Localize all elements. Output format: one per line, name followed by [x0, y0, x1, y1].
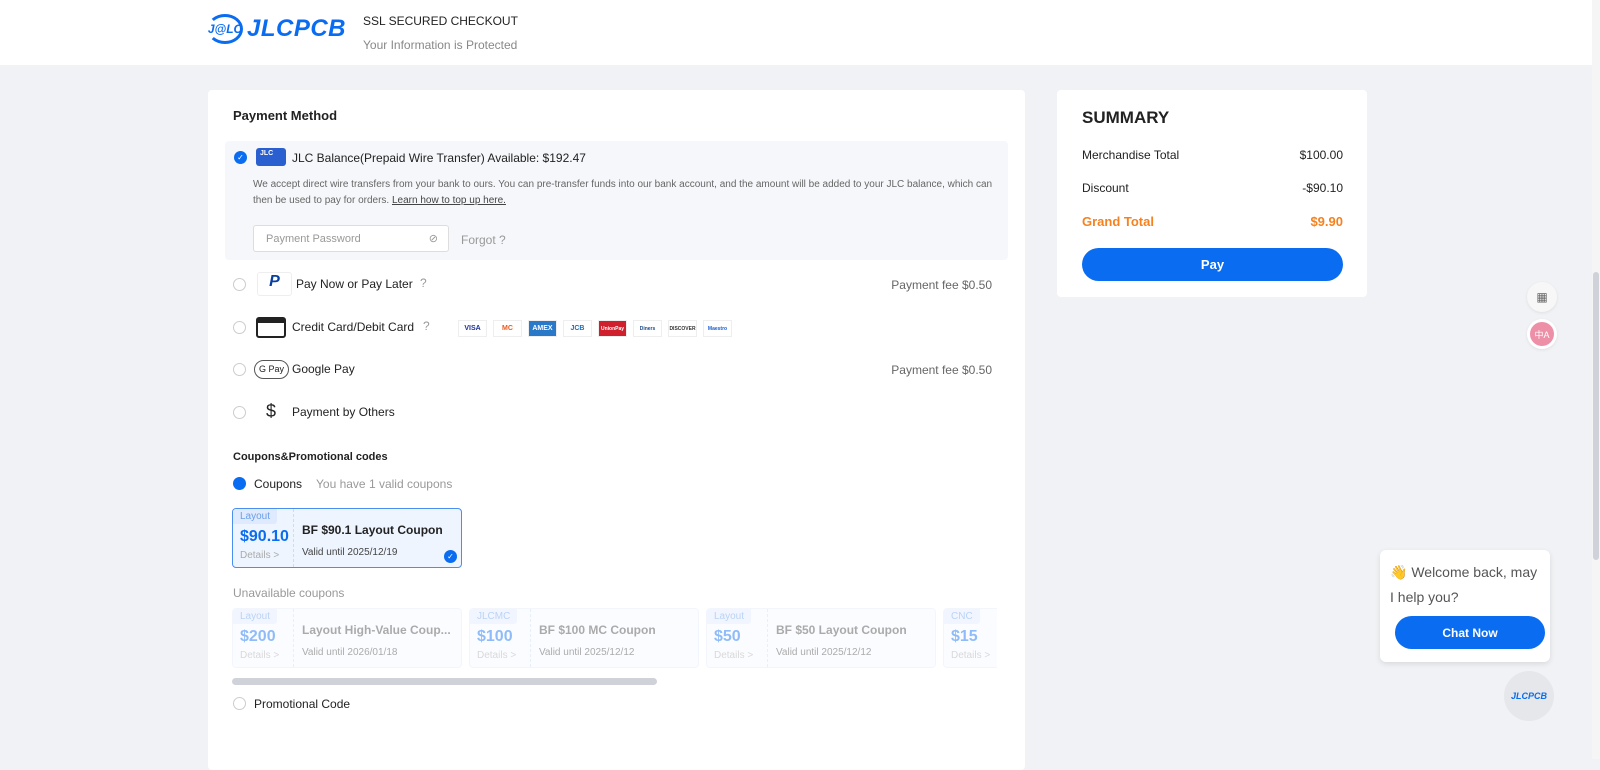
ssl-subtitle: Your Information is Protected: [363, 38, 518, 52]
amex-icon: AMEX: [528, 320, 557, 337]
jlcpcb-logo[interactable]: J@LC JLCPCB: [207, 14, 346, 44]
promo-code-label: Promotional Code: [254, 697, 351, 711]
coupon-unavailable: CNC $15 Details >: [943, 608, 997, 668]
coupon-name: BF $90.1 Layout Coupon: [302, 523, 443, 537]
merchandise-total-row: Merchandise Total $100.00: [1082, 148, 1343, 162]
chat-popup: 👋 Welcome back, may I help you? Chat Now: [1380, 550, 1550, 662]
ssl-title: SSL SECURED CHECKOUT: [363, 14, 518, 28]
pay-button[interactable]: Pay: [1082, 248, 1343, 281]
payment-method-title: Payment Method: [233, 108, 338, 123]
chat-bot-button[interactable]: JLCPCB: [1504, 671, 1554, 721]
coupon-tag: Layout: [233, 509, 278, 524]
paypal-radio[interactable]: [233, 278, 246, 291]
check-icon: ✓: [444, 550, 457, 563]
chat-message: 👋 Welcome back, may I help you?: [1390, 564, 1538, 605]
credit-card-radio[interactable]: [233, 321, 246, 334]
credit-card-label: Credit Card/Debit Card: [292, 320, 415, 334]
unavailable-coupons-title: Unavailable coupons: [233, 586, 345, 600]
summary-card: SUMMARY Merchandise Total $100.00 Discoun…: [1057, 90, 1367, 297]
jlc-balance-option[interactable]: ✓ JLC JLC Balance(Prepaid Wire Transfer)…: [225, 141, 1008, 260]
header: J@LC JLCPCB SSL SECURED CHECKOUT Your In…: [0, 0, 1600, 65]
coupons-label: Coupons: [254, 477, 303, 491]
jcb-icon: JCB: [563, 320, 592, 337]
promo-code-radio[interactable]: [233, 697, 246, 710]
discount-row: Discount -$90.10: [1082, 181, 1343, 195]
google-pay-radio[interactable]: [233, 363, 246, 376]
summary-title: SUMMARY: [1082, 108, 1170, 127]
translate-icon[interactable]: 中A: [1527, 319, 1557, 349]
mastercard-icon: MC: [493, 320, 522, 337]
maestro-icon: Maestro: [703, 320, 732, 337]
paypal-fee: Payment fee $0.50: [891, 278, 992, 292]
card-brands: VISA MC AMEX JCB UnionPay Diners DISCOVE…: [458, 320, 732, 337]
jlc-balance-label: JLC Balance(Prepaid Wire Transfer) Avail…: [292, 151, 586, 165]
payment-card: Payment Method ✓ JLC JLC Balance(Prepaid…: [208, 90, 1025, 770]
coupon-unavailable: Layout $50 Details > BF $50 Layout Coupon Va…: [706, 608, 936, 668]
chat-now-button[interactable]: Chat Now: [1395, 616, 1545, 649]
hand-money-icon: $: [265, 401, 276, 421]
coupon-amount: $90.10: [240, 528, 289, 545]
logo-word: JLCPCB: [247, 15, 347, 42]
top-up-link[interactable]: Learn how to top up here.: [392, 195, 506, 206]
coupons-title: Coupons&Promotional codes: [233, 451, 388, 463]
eye-off-icon[interactable]: ⊘: [429, 232, 438, 245]
unionpay-icon: UnionPay: [598, 320, 627, 337]
forgot-link[interactable]: Forgot ?: [461, 233, 506, 247]
unavailable-coupons-list[interactable]: Layout $200 Details > Layout High-Value Cou…: [232, 608, 997, 670]
google-pay-label: Google Pay: [292, 362, 355, 376]
credit-card-icon: [256, 317, 286, 338]
jlc-balance-icon: JLC: [256, 148, 286, 166]
valid-coupons-count: You have 1 valid coupons: [316, 477, 453, 491]
coupons-radio[interactable]: [233, 477, 246, 490]
discover-icon: DISCOVER: [668, 320, 697, 337]
coupon-details-link[interactable]: Details >: [240, 550, 279, 561]
visa-icon: VISA: [458, 320, 487, 337]
paypal-icon: P: [257, 272, 292, 296]
diners-icon: Diners: [633, 320, 662, 337]
coupon-divider: [293, 509, 294, 567]
payment-by-others-label: Payment by Others: [292, 405, 395, 419]
coupon-validity: Valid until 2025/12/19: [302, 547, 398, 558]
coupon-selected[interactable]: Layout $90.10 Details > BF $90.1 Layout …: [232, 508, 462, 568]
page-scrollbar[interactable]: [1592, 0, 1600, 759]
coupon-unavailable: Layout $200 Details > Layout High-Value Cou…: [232, 608, 462, 668]
help-icon[interactable]: ?: [423, 319, 430, 333]
help-icon[interactable]: ?: [420, 276, 427, 290]
check-icon[interactable]: ✓: [234, 151, 247, 164]
google-pay-icon: G Pay: [254, 360, 289, 379]
payment-by-others-radio[interactable]: [233, 406, 246, 419]
grand-total-row: Grand Total $9.90: [1082, 214, 1343, 229]
coupons-scrollbar[interactable]: [232, 678, 657, 685]
jlc-balance-description: We accept direct wire transfers from you…: [253, 179, 993, 206]
logo-mark: J@LC: [207, 14, 243, 44]
google-pay-fee: Payment fee $0.50: [891, 363, 992, 377]
apps-icon[interactable]: ▦: [1527, 282, 1557, 312]
payment-password-input[interactable]: Payment Password ⊘: [253, 225, 449, 252]
paypal-label: Pay Now or Pay Later: [296, 277, 413, 291]
coupon-unavailable: JLCMC $100 Details > BF $100 MC Coupon Valid…: [469, 608, 699, 668]
